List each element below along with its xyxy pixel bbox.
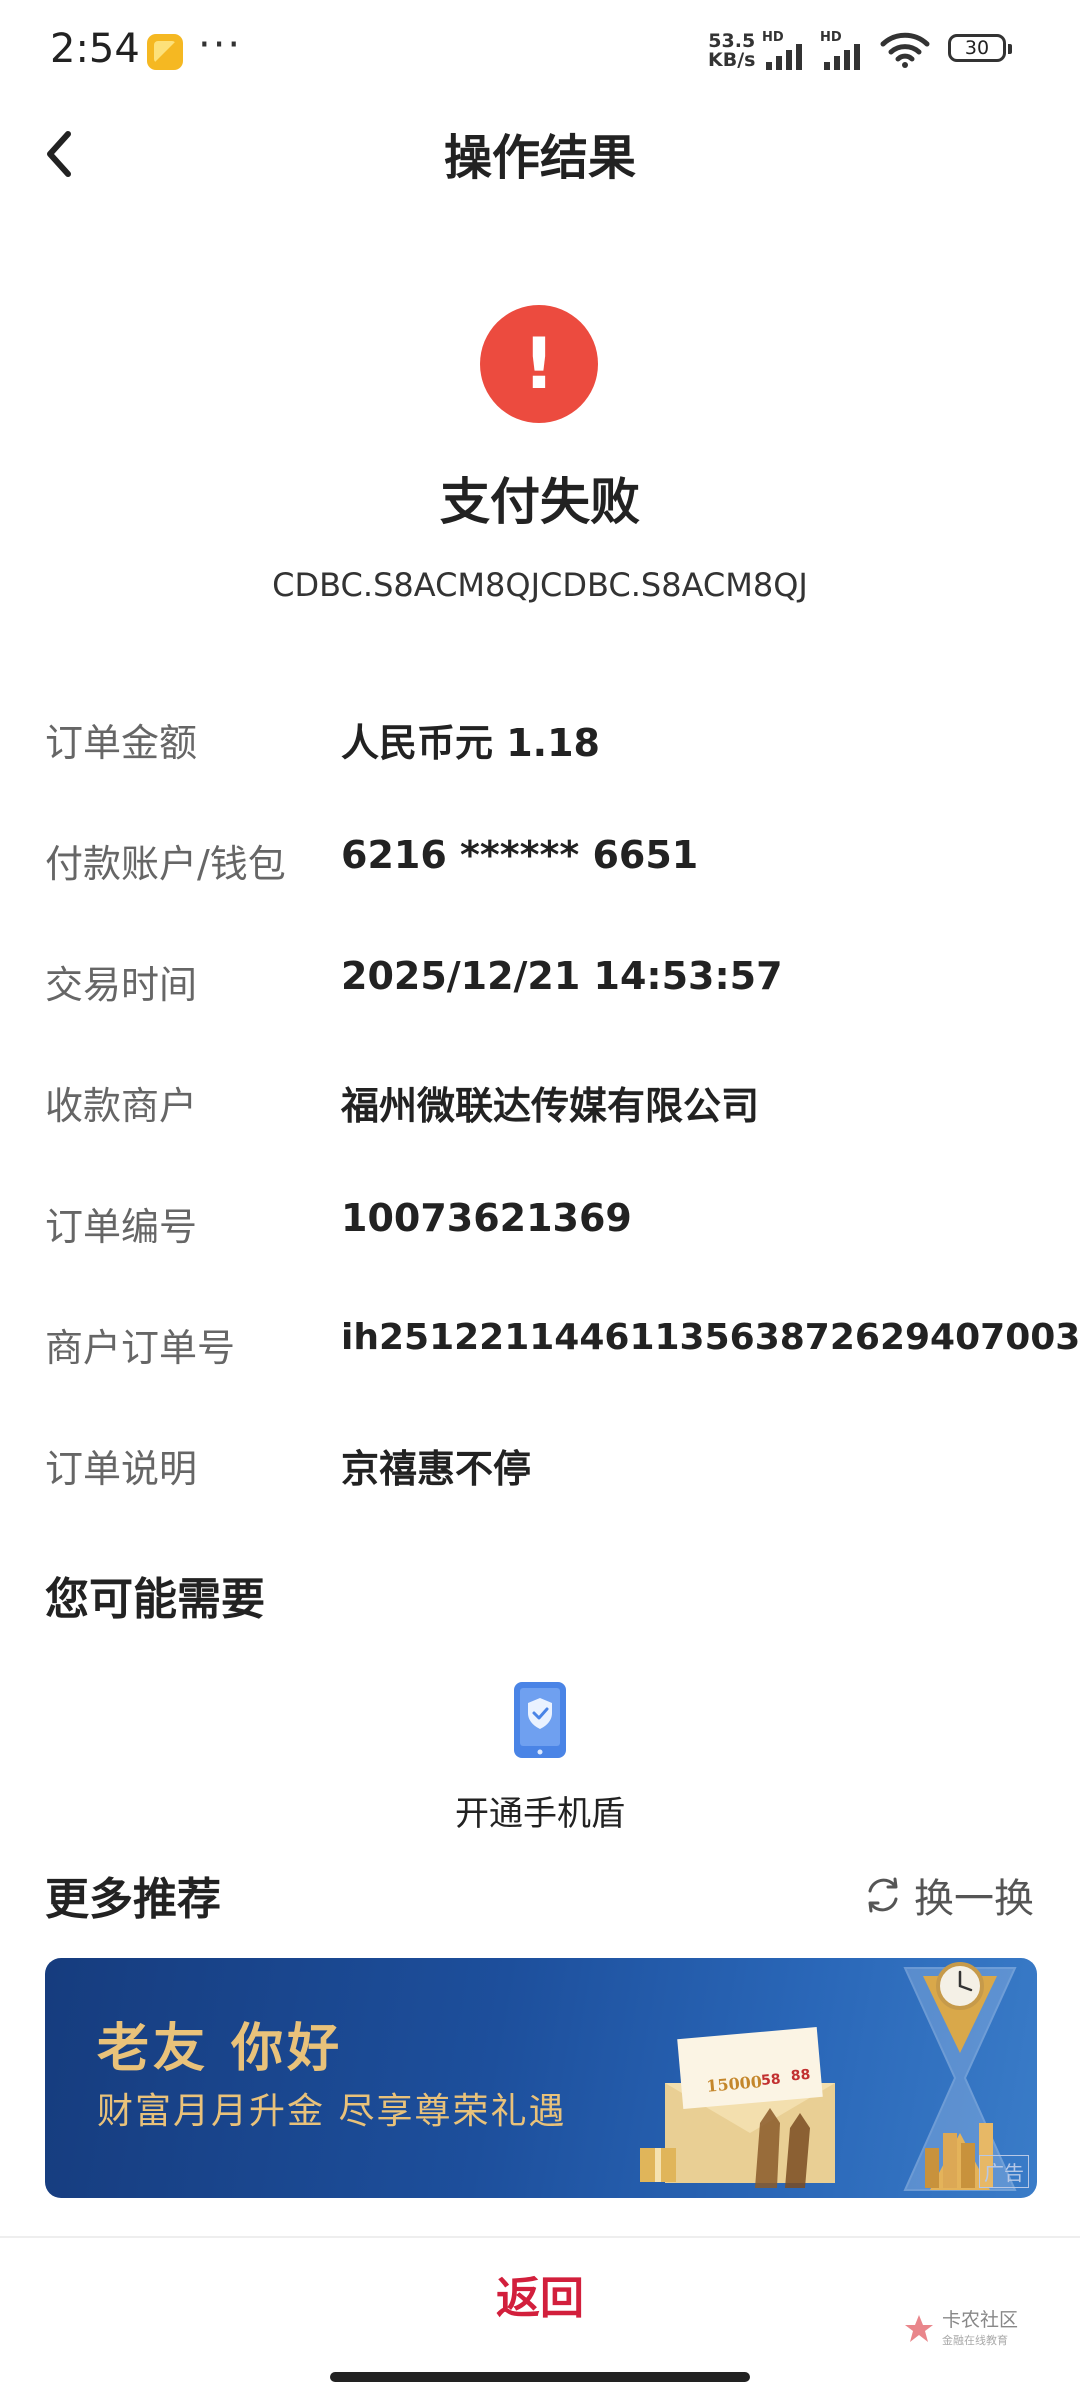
detail-row-merchant: 收款商户 福州微联达传媒有限公司 [45, 1075, 1045, 1135]
open-phone-shield-button[interactable]: 开通手机盾 [440, 1680, 640, 1835]
network-speed: 53.5 KB/s [708, 30, 756, 71]
home-indicator[interactable] [330, 2372, 750, 2382]
phone-shield-icon [514, 1682, 566, 1758]
refresh-icon [868, 1877, 898, 1913]
detail-value: 6216 ****** 6651 [341, 833, 699, 877]
section-title-you-may-need: 您可能需要 [45, 1574, 265, 1625]
refresh-label: 换一换 [914, 1876, 1034, 1922]
phone-shield-label: 开通手机盾 [455, 1794, 625, 1834]
detail-row-amount: 订单金额 人民币元 1.18 [45, 712, 1045, 772]
svg-text:58: 58 [760, 2071, 781, 2089]
promo-banner[interactable]: 老友 你好 财富月月升金 尽享尊荣礼遇 15000 58 88 广告 [45, 1958, 1037, 2198]
detail-row-account: 付款账户/钱包 6216 ****** 6651 [45, 833, 1045, 893]
detail-value: 10073621369 [341, 1196, 632, 1240]
wifi-icon [880, 32, 930, 68]
watermark: 卡农社区 金融在线教育 [902, 2310, 1022, 2350]
more-dots-icon: ··· [198, 22, 243, 68]
battery-icon: 30 [948, 34, 1012, 62]
transaction-serial: CDBC.S8ACM8QJCDBC.S8ACM8QJ [272, 566, 808, 604]
app-notification-icon [147, 34, 183, 70]
detail-label: 收款商户 [45, 1084, 198, 1128]
detail-label: 订单编号 [45, 1205, 198, 1249]
banner-subline: 财富月月升金 尽享尊荣礼遇 [97, 2091, 567, 2132]
detail-row-description: 订单说明 京禧惠不停 [45, 1438, 1045, 1498]
detail-value: 2025/12/21 14:53:57 [341, 954, 783, 998]
detail-value: 福州微联达传媒有限公司 [341, 1084, 760, 1128]
detail-row-time: 交易时间 2025/12/21 14:53:57 [45, 954, 1045, 1014]
detail-value: 京禧惠不停 [341, 1447, 532, 1491]
signal-icon: HD [762, 30, 817, 70]
detail-row-merchant-order: 商户订单号 ih2512211446113563872629407003 [45, 1317, 1080, 1377]
detail-label: 交易时间 [45, 963, 198, 1007]
refresh-button[interactable]: 换一换 [862, 1866, 1034, 1924]
detail-value: ih2512211446113563872629407003 [341, 1317, 1080, 1358]
detail-label: 付款账户/钱包 [45, 842, 286, 886]
detail-row-order-number: 订单编号 10073621369 [45, 1196, 1045, 1256]
ad-badge: 广告 [979, 2155, 1029, 2188]
watermark-logo-icon [905, 2315, 933, 2342]
detail-value: 人民币元 1.18 [341, 721, 600, 765]
error-icon: ! [480, 305, 598, 423]
banner-illustration: 15000 58 88 [640, 1962, 1017, 2191]
page-title: 操作结果 [443, 130, 636, 186]
svg-text:88: 88 [790, 2067, 811, 2085]
detail-label: 订单说明 [45, 1447, 198, 1491]
detail-label: 商户订单号 [45, 1326, 236, 1370]
result-status: 支付失败 [440, 473, 640, 531]
section-title-recommend: 更多推荐 [45, 1874, 221, 1925]
banner-headline: 老友 你好 [97, 2019, 344, 2079]
signal-icon: HD [820, 30, 875, 70]
status-time: 2:54 [50, 26, 140, 72]
detail-label: 订单金额 [45, 721, 198, 765]
status-bar: 2:54 ··· 53.5 KB/s HD HD 30 [0, 0, 1080, 100]
